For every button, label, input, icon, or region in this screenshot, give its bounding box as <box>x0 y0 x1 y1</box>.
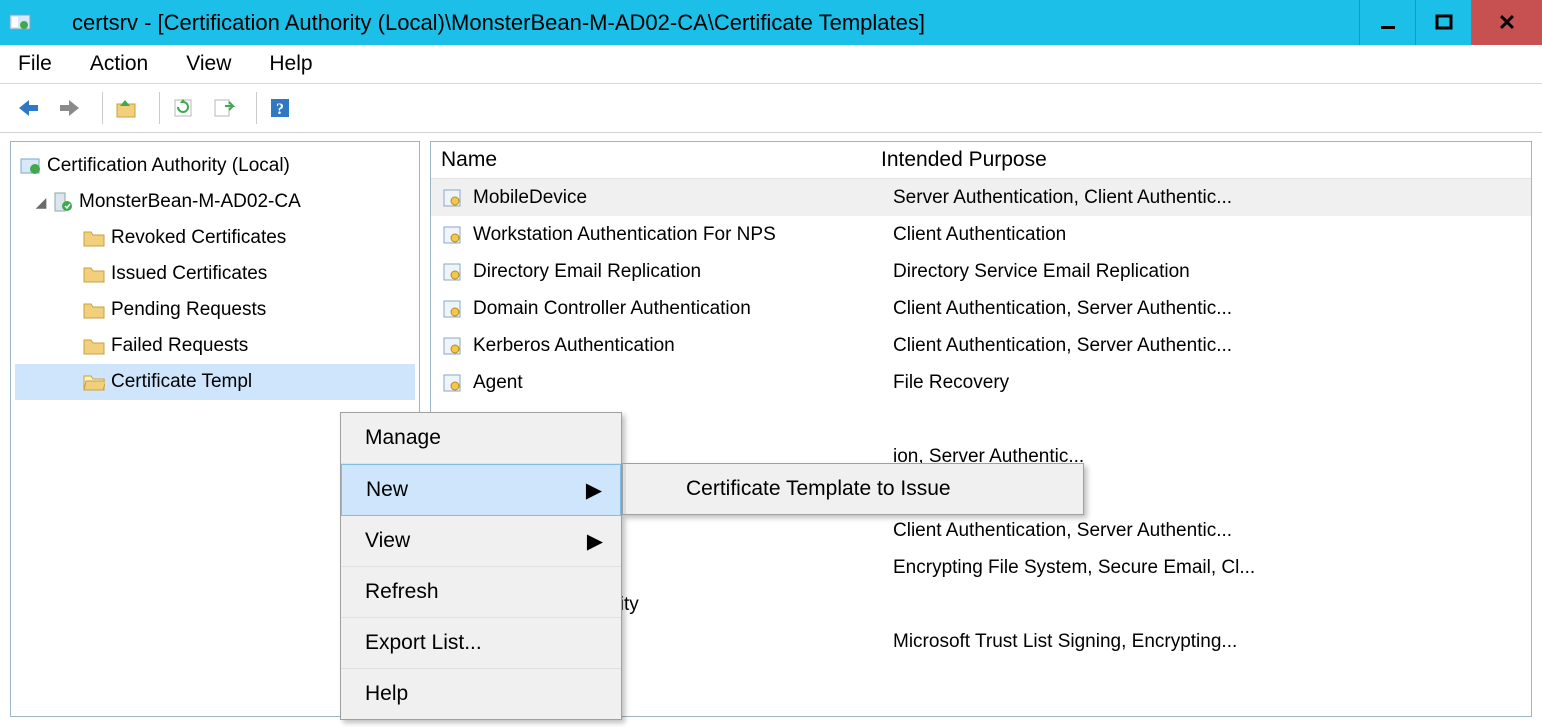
template-row[interactable]: Kerberos AuthenticationClient Authentica… <box>431 327 1531 364</box>
folder-icon <box>83 227 105 249</box>
ctx-manage[interactable]: Manage <box>341 413 621 464</box>
title-bar: certsrv - [Certification Authority (Loca… <box>0 0 1542 45</box>
ctx-label: View <box>365 529 410 553</box>
window-controls: ✕ <box>1359 0 1542 45</box>
context-submenu: Certificate Template to Issue <box>622 463 1084 515</box>
template-row[interactable]: AgentFile Recovery <box>431 364 1531 401</box>
tree-label: Pending Requests <box>111 299 266 321</box>
context-menu: Manage New ▶ View ▶ Refresh Export List.… <box>340 412 622 720</box>
minimize-button[interactable] <box>1359 0 1415 45</box>
row-name: Workstation Authentication For NPS <box>473 224 893 246</box>
tree-label: Certificate Templ <box>111 371 252 393</box>
tree-label: Failed Requests <box>111 335 248 357</box>
ctx-label: Refresh <box>365 580 439 604</box>
ca-server-icon <box>51 191 73 213</box>
column-purpose[interactable]: Intended Purpose <box>881 148 1047 172</box>
folder-icon <box>83 299 105 321</box>
row-purpose: Client Authentication, Server Authentic.… <box>893 335 1521 357</box>
ctx-label: Certificate Template to Issue <box>686 477 951 501</box>
row-name: Agent <box>473 372 893 394</box>
cert-template-icon <box>441 372 463 394</box>
row-purpose: Client Authentication, Server Authentic.… <box>893 298 1521 320</box>
tree-label: Issued Certificates <box>111 263 267 285</box>
row-name: MobileDevice <box>473 187 893 209</box>
menu-bar: File Action View Help <box>0 45 1542 84</box>
row-name: Domain Controller Authentication <box>473 298 893 320</box>
template-row[interactable]: Domain Controller AuthenticationClient A… <box>431 290 1531 327</box>
row-purpose: File Recovery <box>893 372 1521 394</box>
window-title: certsrv - [Certification Authority (Loca… <box>72 10 925 36</box>
ctx-label: Help <box>365 682 408 706</box>
row-purpose: Client Authentication <box>893 224 1521 246</box>
tree-ca-label: MonsterBean-M-AD02-CA <box>79 191 301 213</box>
row-purpose: Directory Service Email Replication <box>893 261 1521 283</box>
ctx-view[interactable]: View ▶ <box>341 516 621 567</box>
cert-template-icon <box>441 187 463 209</box>
forward-button[interactable] <box>54 93 84 123</box>
folder-icon <box>83 263 105 285</box>
ctx-export[interactable]: Export List... <box>341 618 621 669</box>
maximize-button[interactable] <box>1415 0 1471 45</box>
tree-cert-templates[interactable]: Certificate Templ <box>15 364 415 400</box>
help-button[interactable]: ? <box>265 93 295 123</box>
toolbar: ? <box>0 84 1542 133</box>
tree-label: Revoked Certificates <box>111 227 286 249</box>
tree-issued[interactable]: Issued Certificates <box>15 256 415 292</box>
row-purpose: Client Authentication, Server Authentic.… <box>893 520 1521 542</box>
ctx-new[interactable]: New ▶ <box>341 464 621 516</box>
ctx-cert-template-to-issue[interactable]: Certificate Template to Issue <box>623 464 1083 514</box>
cert-template-icon <box>441 335 463 357</box>
column-headers: Name Intended Purpose <box>431 142 1531 179</box>
row-name: Kerberos Authentication <box>473 335 893 357</box>
tree-pending[interactable]: Pending Requests <box>15 292 415 328</box>
row-name: Directory Email Replication <box>473 261 893 283</box>
toolbar-separator <box>256 92 257 124</box>
row-purpose: Server Authentication, Client Authentic.… <box>893 187 1521 209</box>
ctx-label: Manage <box>365 426 441 450</box>
row-purpose: Microsoft Trust List Signing, Encrypting… <box>893 631 1521 653</box>
ctx-refresh[interactable]: Refresh <box>341 567 621 618</box>
menu-view[interactable]: View <box>186 52 231 76</box>
cert-template-icon <box>441 224 463 246</box>
tree-ca-node[interactable]: ◢ MonsterBean-M-AD02-CA <box>15 184 415 220</box>
app-icon <box>8 11 32 35</box>
template-row[interactable]: Workstation Authentication For NPSClient… <box>431 216 1531 253</box>
menu-file[interactable]: File <box>18 52 52 76</box>
export-list-button[interactable] <box>208 93 238 123</box>
svg-text:?: ? <box>276 101 284 118</box>
template-row[interactable]: MobileDeviceServer Authentication, Clien… <box>431 179 1531 216</box>
tree-revoked[interactable]: Revoked Certificates <box>15 220 415 256</box>
refresh-button[interactable] <box>168 93 198 123</box>
ctx-label: New <box>366 478 408 502</box>
tree-root-label: Certification Authority (Local) <box>47 155 290 177</box>
column-name[interactable]: Name <box>441 148 881 172</box>
close-button[interactable]: ✕ <box>1471 0 1542 45</box>
toolbar-separator <box>159 92 160 124</box>
folder-icon <box>83 335 105 357</box>
ca-root-icon <box>19 155 41 177</box>
body-area: Certification Authority (Local) ◢ Monste… <box>0 131 1542 727</box>
cert-template-icon <box>441 298 463 320</box>
folder-open-icon <box>83 371 105 393</box>
menu-help[interactable]: Help <box>269 52 312 76</box>
up-button[interactable] <box>111 93 141 123</box>
menu-action[interactable]: Action <box>90 52 148 76</box>
cert-template-icon <box>441 261 463 283</box>
collapse-icon[interactable]: ◢ <box>33 194 49 211</box>
submenu-arrow-icon: ▶ <box>586 478 602 503</box>
template-row[interactable]: Directory Email ReplicationDirectory Ser… <box>431 253 1531 290</box>
row-purpose: Encrypting File System, Secure Email, Cl… <box>893 557 1521 579</box>
certsrv-window: { "title": "certsrv - [Certification Aut… <box>0 0 1542 727</box>
tree-root[interactable]: Certification Authority (Local) <box>15 148 415 184</box>
back-button[interactable] <box>14 93 44 123</box>
submenu-arrow-icon: ▶ <box>587 529 603 554</box>
ctx-label: Export List... <box>365 631 482 655</box>
ctx-help[interactable]: Help <box>341 669 621 719</box>
tree-failed[interactable]: Failed Requests <box>15 328 415 364</box>
toolbar-separator <box>102 92 103 124</box>
